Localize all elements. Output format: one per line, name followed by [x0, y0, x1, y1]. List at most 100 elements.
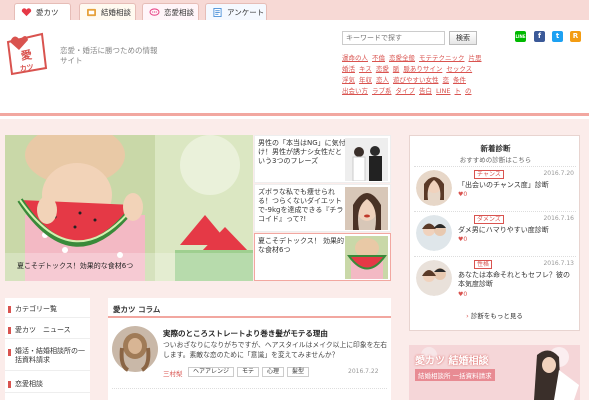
keyword-tag[interactable]: 条件	[453, 76, 466, 84]
category-label: 婚活・結婚相談所の一括資料請求	[15, 347, 85, 364]
keyword-tag[interactable]: 恋人	[376, 76, 389, 84]
site-logo[interactable]: 愛 カツ	[6, 32, 48, 76]
side-article-title: ズボラな私でも痩せられる！つらくないダイエットで-9kgを達成できる『チラコイド…	[258, 188, 344, 223]
keyword-tag[interactable]: 年収	[359, 76, 372, 84]
rss-icon[interactable]: R	[570, 31, 581, 42]
keyword-tag[interactable]: ト	[455, 87, 462, 95]
side-article-card[interactable]: ズボラな私でも痩せられる！つらくないダイエットで-9kgを達成できる『チラコイド…	[254, 184, 391, 232]
nav-tab-label: アンケート	[227, 7, 265, 17]
like-count: ♥0	[458, 291, 468, 298]
keyword-tag[interactable]: 恋愛全般	[389, 54, 415, 62]
column-author: 三村梨	[163, 370, 183, 378]
line-icon[interactable]: LINE	[515, 31, 526, 42]
svg-text:愛: 愛	[20, 47, 33, 62]
marriage-consult-banner[interactable]: 愛カツ 結婚相談 結婚相談所 一括資料請求	[409, 345, 580, 400]
diagnosis-date: 2016.7.20	[543, 170, 574, 177]
category-marker	[8, 306, 11, 313]
keyword-tag[interactable]: の	[465, 87, 472, 95]
diagnosis-item[interactable]: チャンス 2016.7.20 「出会いのチャンス度」診断 ♥0	[414, 166, 576, 210]
featured-article-hero[interactable]: 夏こそデトックス！効果的な食材6つ	[5, 135, 253, 281]
diagnosis-title: 「出会いのチャンス度」診断	[458, 181, 549, 189]
divider	[112, 388, 387, 389]
keyword-tag[interactable]: モテテクニック	[419, 54, 465, 62]
keyword-tag[interactable]: タイプ	[396, 87, 416, 95]
side-article-title: 夏こそデトックス！ 効果的な食材6つ	[258, 237, 345, 254]
new-diagnosis-panel: 新着診断 おすすめの診断はこちら チャンス 2016.7.20 「出会いのチャン…	[409, 135, 580, 331]
like-count: ♥0	[458, 191, 468, 198]
nav-tab-label: 愛カツ	[36, 7, 59, 17]
heart-icon	[21, 7, 32, 16]
column-tag[interactable]: モテ	[237, 367, 260, 377]
column-article[interactable]: 実際のところストレートより巻き髪がモテる理由 ついおざなりになりがちですが、ヘア…	[108, 322, 391, 380]
side-article-image	[345, 236, 388, 279]
top-nav-bar: 愛カツ 結婚相談 恋愛相談 アンケート	[0, 0, 589, 20]
diagnosis-item[interactable]: 性格 2016.7.13 あなたは本命それともセフレ？彼の本気度診断 ♥0	[414, 256, 576, 300]
category-item[interactable]: 婚活・結婚相談所の一括資料請求	[5, 347, 90, 371]
side-article-card[interactable]: 夏こそデトックス！ 効果的な食材6つ	[254, 233, 391, 281]
hero-image	[5, 135, 253, 281]
category-marker	[8, 327, 11, 334]
column-article-body: ついおざなりになりがちですが、ヘアスタイルはメイク以上に印象を左右します。素敵な…	[163, 341, 388, 359]
category-label: カテゴリー覧	[15, 305, 57, 313]
diagnosis-category: 性格	[474, 260, 493, 269]
nav-tab-aikatsu[interactable]: 愛カツ	[14, 3, 71, 20]
diagnosis-avatar	[416, 215, 452, 251]
column-tag[interactable]: 心理	[262, 367, 285, 377]
twitter-icon[interactable]: t	[552, 31, 563, 42]
category-item[interactable]: カテゴリー覧	[5, 304, 90, 318]
nav-tab-love[interactable]: 恋愛相談	[142, 3, 199, 20]
keyword-tag[interactable]: セックス	[446, 65, 472, 73]
diagnosis-date: 2016.7.16	[543, 215, 574, 222]
site-header: 愛 カツ 恋愛・婚活に勝つための情報 サイト 検索 LINE f t R 運命の…	[0, 20, 589, 116]
keyword-tag[interactable]: 片思	[469, 54, 482, 62]
category-marker	[8, 349, 11, 356]
search-button[interactable]: 検索	[449, 31, 477, 45]
keyword-tag[interactable]: 脈	[393, 65, 400, 73]
column-section: 愛カツ コラム 実際のところストレートより巻き髪がモテる理由 ついおざなりになり…	[108, 298, 391, 400]
diagnosis-date: 2016.7.13	[543, 260, 574, 267]
search-input[interactable]	[342, 31, 445, 45]
panel-title: 新着診断	[480, 144, 511, 153]
keyword-tag[interactable]: ラブ系	[372, 87, 392, 95]
diagnosis-title: あなたは本命それともセフレ？彼の本気度診断	[458, 271, 570, 288]
nav-tab-survey[interactable]: アンケート	[205, 3, 267, 20]
diagnosis-title: ダメ男にハマりやすい度診断	[458, 226, 549, 234]
column-tag[interactable]: ヘアアレンジ	[188, 367, 235, 377]
nav-tab-marriage[interactable]: 結婚相談	[79, 3, 136, 20]
chat-icon	[149, 7, 160, 16]
category-item[interactable]: 恋愛相談	[5, 379, 90, 393]
column-article-image	[112, 326, 158, 372]
column-article-title: 実際のところストレートより巻き髪がモテる理由	[163, 329, 328, 338]
keyword-tag[interactable]: 浮気	[342, 76, 355, 84]
ring-icon	[87, 8, 96, 16]
diagnosis-avatar	[416, 260, 452, 296]
diagnosis-category: チャンス	[474, 170, 504, 179]
keyword-tag[interactable]: 運命の人	[342, 54, 368, 62]
side-article-card[interactable]: 男性の「本当はNG」に気付け！男性が誘ナシ女性だという3つのフレーズ	[254, 135, 391, 183]
category-label: 愛カツ ニュース	[15, 326, 71, 334]
column-header: 愛カツ コラム	[108, 298, 391, 318]
keyword-tag[interactable]: LINE	[436, 87, 451, 95]
banner-title: 愛カツ 結婚相談	[415, 356, 489, 367]
keyword-tag[interactable]: 告白	[419, 87, 432, 95]
column-date: 2016.7.22	[348, 368, 379, 375]
keyword-tag[interactable]: 脈ありサイン	[403, 65, 442, 73]
column-tag[interactable]: 髪型	[287, 367, 310, 377]
side-article-image	[345, 138, 388, 181]
keyword-tag[interactable]: 遊びやすい女性	[393, 76, 439, 84]
more-diagnosis-link[interactable]: › 診断をもっと見る	[409, 310, 580, 320]
keyword-tag[interactable]: 不倫	[372, 54, 385, 62]
keyword-tag[interactable]: 婚活	[342, 65, 355, 73]
keyword-tag[interactable]: キス	[359, 65, 372, 73]
category-marker	[8, 381, 11, 388]
keyword-tag[interactable]: 出会い方	[342, 87, 368, 95]
survey-icon	[213, 7, 222, 17]
diagnosis-category: ダメンズ	[474, 215, 504, 224]
diagnosis-item[interactable]: ダメンズ 2016.7.16 ダメ男にハマりやすい度診断 ♥0	[414, 211, 576, 255]
keyword-tag[interactable]: 恋愛	[376, 65, 389, 73]
nav-tab-label: 恋愛相談	[164, 7, 194, 17]
keyword-tag[interactable]: 恋	[443, 76, 450, 84]
nav-tab-label: 結婚相談	[101, 7, 131, 17]
facebook-icon[interactable]: f	[534, 31, 545, 42]
category-item[interactable]: 愛カツ ニュース	[5, 325, 90, 339]
